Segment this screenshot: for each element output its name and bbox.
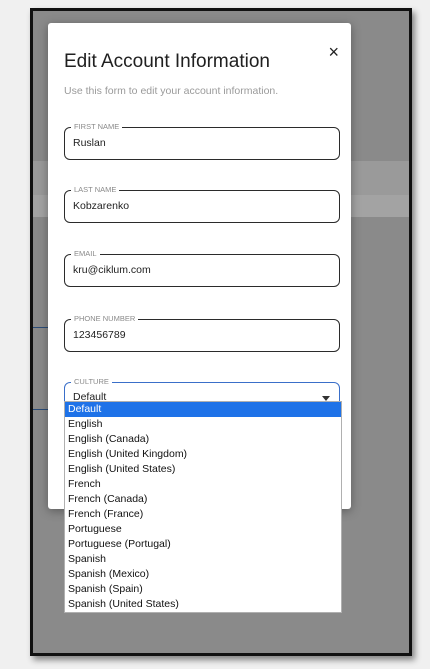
email-value: kru@ciklum.com bbox=[73, 264, 151, 276]
dialog-title: Edit Account Information bbox=[64, 51, 270, 72]
dropdown-option[interactable]: English (United States) bbox=[65, 462, 341, 477]
culture-label: CULTURE bbox=[71, 377, 112, 387]
last-name-value: Kobzarenko bbox=[73, 200, 130, 212]
culture-dropdown-list: Default English English (Canada) English (U… bbox=[64, 401, 342, 613]
dropdown-option[interactable]: English bbox=[65, 417, 341, 432]
email-label: EMAIL bbox=[71, 249, 100, 259]
dropdown-option[interactable]: Portuguese bbox=[65, 522, 341, 537]
first-name-label: FIRST NAME bbox=[71, 122, 123, 132]
last-name-label: LAST NAME bbox=[71, 185, 120, 195]
dialog-subtitle: Use this form to edit your account infor… bbox=[64, 85, 279, 97]
phone-number-field[interactable]: PHONE NUMBER 123456789 bbox=[64, 314, 340, 352]
dropdown-option[interactable]: Default bbox=[65, 402, 341, 417]
dropdown-option[interactable]: Spanish (Mexico) bbox=[65, 567, 341, 582]
dropdown-option[interactable]: English (Canada) bbox=[65, 432, 341, 447]
first-name-value: Ruslan bbox=[73, 137, 106, 149]
dropdown-option[interactable]: Spanish (Spain) bbox=[65, 582, 341, 597]
dropdown-option[interactable]: French (Canada) bbox=[65, 492, 341, 507]
last-name-field[interactable]: LAST NAME Kobzarenko bbox=[64, 185, 340, 223]
dropdown-option[interactable]: Spanish bbox=[65, 552, 341, 567]
phone-number-label: PHONE NUMBER bbox=[71, 314, 139, 324]
dropdown-option[interactable]: French bbox=[65, 477, 341, 492]
dropdown-option[interactable]: French (France) bbox=[65, 507, 341, 522]
email-field[interactable]: EMAIL kru@ciklum.com bbox=[64, 249, 340, 287]
phone-number-value: 123456789 bbox=[73, 329, 126, 341]
close-icon[interactable]: × bbox=[328, 43, 339, 61]
first-name-field[interactable]: FIRST NAME Ruslan bbox=[64, 122, 340, 160]
dropdown-option[interactable]: English (United Kingdom) bbox=[65, 447, 341, 462]
dropdown-option[interactable]: Portuguese (Portugal) bbox=[65, 537, 341, 552]
dropdown-option[interactable]: Spanish (United States) bbox=[65, 597, 341, 612]
